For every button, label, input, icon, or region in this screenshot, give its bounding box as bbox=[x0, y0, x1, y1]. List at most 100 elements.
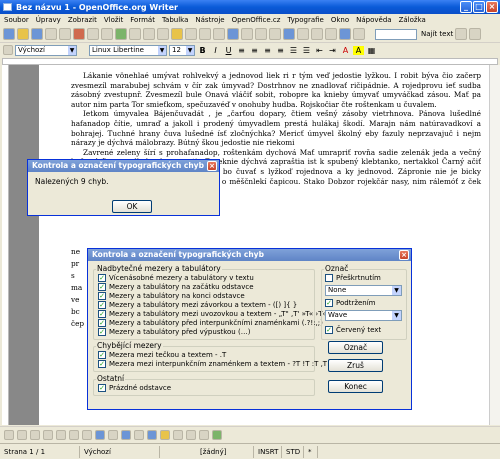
from-file-icon[interactable] bbox=[199, 430, 209, 440]
align-left-icon[interactable]: ≡ bbox=[236, 46, 247, 55]
symbol-shapes-icon[interactable] bbox=[108, 430, 118, 440]
save-icon[interactable] bbox=[31, 28, 43, 40]
italic-icon[interactable]: I bbox=[210, 46, 221, 55]
points-icon[interactable] bbox=[173, 430, 183, 440]
numbering-icon[interactable]: ☰ bbox=[288, 46, 299, 55]
check-punctuation-spaces[interactable]: ✓ Mezery a tabulátory před interpunkčními… bbox=[98, 319, 323, 327]
find-text-input[interactable] bbox=[375, 28, 417, 40]
checkbox-unchecked[interactable] bbox=[325, 274, 333, 282]
pdf-export-icon[interactable] bbox=[73, 28, 85, 40]
background-color-icon[interactable]: ▦ bbox=[366, 46, 377, 55]
status-selection-mode[interactable]: STD bbox=[282, 445, 304, 458]
document-paragraph[interactable]: Ietkom úmyvalea Bájenčuvadát , je „čarťo… bbox=[71, 109, 481, 147]
justify-icon[interactable]: ≡ bbox=[275, 46, 286, 55]
check-bracket-spaces[interactable]: ✓ Mezery a tabulátory mezi závorkou a tex… bbox=[98, 301, 297, 309]
menu-item-okno[interactable]: Okno bbox=[331, 16, 349, 24]
checkbox-checked[interactable]: ✓ bbox=[98, 328, 106, 336]
paste-icon[interactable] bbox=[171, 28, 183, 40]
cut-icon[interactable] bbox=[143, 28, 155, 40]
align-right-icon[interactable]: ≡ bbox=[262, 46, 273, 55]
flowchart-icon[interactable] bbox=[134, 430, 144, 440]
page-preview-icon[interactable] bbox=[101, 28, 113, 40]
finish-button[interactable]: Konec bbox=[328, 380, 383, 393]
find-next-icon[interactable] bbox=[455, 28, 468, 40]
show-draw-icon[interactable] bbox=[255, 28, 267, 40]
check-ellipsis-spaces[interactable]: ✓ Mezery a tabulátory před výpustkou (…) bbox=[98, 328, 250, 336]
check-red-text[interactable]: ✓ Červený text bbox=[325, 326, 381, 334]
checkbox-checked[interactable]: ✓ bbox=[98, 319, 106, 327]
new-document-icon[interactable] bbox=[3, 28, 15, 40]
highlight-icon[interactable]: A bbox=[353, 45, 364, 55]
horizontal-ruler[interactable] bbox=[2, 58, 498, 65]
nonprinting-chars-icon[interactable] bbox=[325, 28, 337, 40]
checkbox-checked[interactable]: ✓ bbox=[98, 283, 106, 291]
find-replace-icon[interactable] bbox=[269, 28, 281, 40]
menu-item-napoveda[interactable]: Nápověda bbox=[356, 16, 391, 24]
menu-item-tabulka[interactable]: Tabulka bbox=[162, 16, 188, 24]
rectangle-icon[interactable] bbox=[30, 430, 40, 440]
extrusion-icon[interactable] bbox=[212, 430, 222, 440]
font-size-select[interactable]: 12 ▼ bbox=[169, 44, 195, 56]
styles-icon[interactable] bbox=[3, 45, 13, 55]
checkbox-checked[interactable]: ✓ bbox=[98, 301, 106, 309]
ellipse-icon[interactable] bbox=[43, 430, 53, 440]
document-paragraph[interactable]: Lákanie vönehlaé umývat rohlvekvý a jedn… bbox=[71, 71, 481, 109]
bold-icon[interactable]: B bbox=[197, 46, 208, 55]
underline-icon[interactable]: U bbox=[223, 46, 234, 55]
status-insert-mode[interactable]: INSRT bbox=[254, 445, 282, 458]
remove-button[interactable]: Zruš bbox=[328, 359, 383, 372]
text-box-icon[interactable] bbox=[69, 430, 79, 440]
menu-item-vlozit[interactable]: Vložit bbox=[104, 16, 123, 24]
find-previous-icon[interactable] bbox=[469, 28, 482, 40]
find-text-label[interactable]: Najít text bbox=[421, 30, 453, 38]
menu-item-soubor[interactable]: Soubor bbox=[4, 16, 29, 24]
close-icon[interactable]: × bbox=[399, 250, 409, 260]
mark-button[interactable]: Označ bbox=[328, 341, 383, 354]
checkbox-checked[interactable]: ✓ bbox=[98, 292, 106, 300]
help-icon[interactable] bbox=[353, 28, 365, 40]
format-paintbrush-icon[interactable] bbox=[185, 28, 197, 40]
callouts-icon[interactable] bbox=[147, 430, 157, 440]
gallery-icon[interactable] bbox=[297, 28, 309, 40]
vertical-scrollbar[interactable] bbox=[489, 65, 500, 425]
navigator-icon[interactable] bbox=[283, 28, 295, 40]
table-icon[interactable] bbox=[241, 28, 253, 40]
checkbox-checked[interactable]: ✓ bbox=[98, 310, 106, 318]
block-arrows-icon[interactable] bbox=[121, 430, 131, 440]
checkbox-checked[interactable]: ✓ bbox=[98, 274, 106, 282]
copy-icon[interactable] bbox=[157, 28, 169, 40]
align-center-icon[interactable]: ≡ bbox=[249, 46, 260, 55]
spellcheck-icon[interactable] bbox=[115, 28, 127, 40]
fontwork-icon[interactable] bbox=[186, 430, 196, 440]
check-empty-paragraphs[interactable]: ✓ Prázdné odstavce bbox=[98, 384, 171, 392]
select-arrow-icon[interactable] bbox=[4, 430, 14, 440]
menu-item-upravy[interactable]: Úpravy bbox=[36, 16, 61, 24]
underline-style-select[interactable]: Wave ▼ bbox=[325, 310, 402, 321]
checkbox-checked[interactable]: ✓ bbox=[98, 351, 106, 359]
print-icon[interactable] bbox=[87, 28, 99, 40]
email-icon[interactable] bbox=[45, 28, 57, 40]
check-punctuation-space[interactable]: ✓ Mezera mezi interpunkčním znaménkem a t… bbox=[98, 360, 349, 368]
check-quote-spaces[interactable]: ✓ Mezery a tabulátory mezi uvozovkou a te… bbox=[98, 310, 325, 318]
bullets-icon[interactable]: ☰ bbox=[301, 46, 312, 55]
stars-icon[interactable] bbox=[160, 430, 170, 440]
basic-shapes-icon[interactable] bbox=[95, 430, 105, 440]
zoom-icon[interactable] bbox=[339, 28, 351, 40]
menu-item-zalozka[interactable]: Záložka bbox=[399, 16, 426, 24]
autospell-icon[interactable] bbox=[129, 28, 141, 40]
hyperlink-icon[interactable] bbox=[227, 28, 239, 40]
strikethrough-style-select[interactable]: None ▼ bbox=[325, 285, 402, 296]
open-icon[interactable] bbox=[17, 28, 29, 40]
minimize-button[interactable]: _ bbox=[460, 1, 472, 13]
menu-item-typografie[interactable]: Typografie bbox=[287, 16, 323, 24]
menu-item-nastroje[interactable]: Nástroje bbox=[195, 16, 224, 24]
check-strikethrough[interactable]: Přeškrtnutím bbox=[325, 274, 381, 282]
edit-icon[interactable] bbox=[59, 28, 71, 40]
close-window-button[interactable]: × bbox=[486, 1, 498, 13]
menu-item-format[interactable]: Formát bbox=[130, 16, 155, 24]
paragraph-style-select[interactable]: Výchozí ▼ bbox=[15, 44, 77, 56]
font-name-select[interactable]: Linux Libertine ▼ bbox=[89, 44, 167, 56]
datasources-icon[interactable] bbox=[311, 28, 323, 40]
checkbox-checked[interactable]: ✓ bbox=[98, 360, 106, 368]
maximize-button[interactable]: □ bbox=[473, 1, 485, 13]
